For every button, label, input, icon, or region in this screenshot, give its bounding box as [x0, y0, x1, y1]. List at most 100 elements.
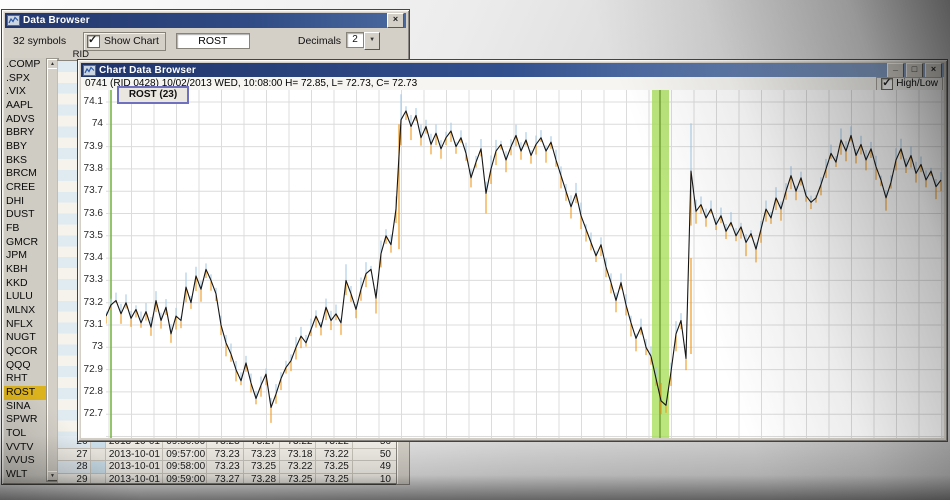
- table-cell: 73.28: [244, 474, 280, 484]
- table-cell: [91, 461, 106, 473]
- y-axis-tick-label: 72.9: [81, 364, 103, 375]
- table-cell: 09:58:00: [163, 461, 207, 473]
- symbol-list-item[interactable]: QQQ: [4, 359, 46, 373]
- symbol-list-item[interactable]: BBY: [4, 140, 46, 154]
- table-cell: 73.18: [280, 449, 316, 461]
- series-label-badge[interactable]: ROST (23): [117, 86, 189, 104]
- decimals-dropdown[interactable]: 2 ▼: [346, 32, 380, 50]
- price-plot[interactable]: [106, 90, 944, 438]
- highlow-checkbox[interactable]: ✓: [881, 78, 893, 90]
- table-cell: 73.27: [207, 474, 243, 484]
- show-chart-label: Show Chart: [104, 35, 159, 47]
- price-chart-svg[interactable]: [106, 90, 944, 438]
- table-cell: 09:57:00: [163, 449, 207, 461]
- symbol-list-item[interactable]: .COMP: [4, 58, 46, 72]
- close-icon[interactable]: ×: [387, 13, 404, 28]
- symbol-list-item[interactable]: NUGT: [4, 331, 46, 345]
- symbol-input[interactable]: ROST: [176, 33, 250, 49]
- symbol-list-item[interactable]: SINA: [4, 400, 46, 414]
- table-row[interactable]: 272013-10-0109:57:0073.2373.2373.1873.22…: [58, 449, 396, 462]
- table-cell: 73.25: [244, 461, 280, 473]
- symbol-list-item[interactable]: GMCR: [4, 236, 46, 250]
- symbol-list-item[interactable]: FB: [4, 222, 46, 236]
- table-cell: 73.22: [316, 449, 352, 461]
- symbol-list-item[interactable]: DUST: [4, 208, 46, 222]
- table-cell: 29: [58, 474, 91, 484]
- table-cell: 73.23: [207, 449, 243, 461]
- symbol-list-item[interactable]: NFLX: [4, 318, 46, 332]
- chart-window-title: Chart Data Browser: [99, 65, 885, 76]
- table-cell: 73.25: [280, 474, 316, 484]
- y-axis-tick-label: 74: [81, 118, 103, 129]
- highlow-label: High/Low: [896, 78, 938, 89]
- chart-window-titlebar[interactable]: Chart Data Browser _ □ ×: [81, 63, 944, 77]
- symbol-list-item[interactable]: QCOR: [4, 345, 46, 359]
- symbol-list-item[interactable]: KKD: [4, 277, 46, 291]
- table-scrollbar[interactable]: [396, 436, 410, 485]
- y-axis-tick-label: 73.6: [81, 208, 103, 219]
- table-cell: 50: [353, 449, 396, 461]
- symbol-list-item[interactable]: SPWR: [4, 413, 46, 427]
- quote-info-bar: 0741 (RID 0428) 10/02/2013 WED, 10:08:00…: [81, 77, 944, 91]
- table-row[interactable]: 292013-10-0109:59:0073.2773.2873.2573.25…: [58, 474, 396, 484]
- y-axis-tick-label: 73.8: [81, 163, 103, 174]
- app-chart-icon: [83, 65, 96, 76]
- table-cell: 73.23: [244, 449, 280, 461]
- table-cell: 28: [58, 461, 91, 473]
- symbol-list-item[interactable]: MLNX: [4, 304, 46, 318]
- symbol-list-item[interactable]: KBH: [4, 263, 46, 277]
- symbol-list-item[interactable]: DHI: [4, 195, 46, 209]
- data-browser-titlebar[interactable]: Data Browser ×: [5, 13, 406, 28]
- decimals-value[interactable]: 2: [346, 32, 364, 48]
- close-icon[interactable]: ×: [925, 63, 942, 78]
- table-cell: 49: [353, 461, 396, 473]
- symbol-list-item[interactable]: CREE: [4, 181, 46, 195]
- table-cell: 10: [353, 474, 396, 484]
- decimals-label: Decimals: [298, 35, 341, 47]
- symbol-list-item[interactable]: ADVS: [4, 113, 46, 127]
- symbol-list-item[interactable]: RHT: [4, 372, 46, 386]
- highlow-toggle[interactable]: ✓ High/Low: [876, 77, 943, 91]
- app-chart-icon: [7, 15, 20, 26]
- table-cell: 73.25: [316, 461, 352, 473]
- symbol-list-item[interactable]: VVTV: [4, 441, 46, 455]
- chart-window: Chart Data Browser _ □ × 0741 (RID 0428)…: [77, 59, 948, 442]
- symbol-list-item[interactable]: VVUS: [4, 454, 46, 468]
- y-axis-tick-label: 73.9: [81, 141, 103, 152]
- symbol-list-item[interactable]: BRCM: [4, 167, 46, 181]
- table-cell: 73.25: [316, 474, 352, 484]
- symbol-list-item[interactable]: .SPX: [4, 72, 46, 86]
- y-axis-tick-label: 73.1: [81, 319, 103, 330]
- y-axis-tick-label: 72.7: [81, 408, 103, 419]
- table-cell: 73.22: [280, 461, 316, 473]
- symbol-list-item[interactable]: WLT: [4, 468, 46, 482]
- show-chart-checkbox[interactable]: ✓: [87, 35, 100, 48]
- symbols-count-label: 32 symbols: [13, 35, 83, 47]
- table-cell: [91, 474, 106, 484]
- chart-region: 74.17473.973.873.773.673.573.473.373.273…: [81, 90, 944, 438]
- symbol-list-item[interactable]: TOL: [4, 427, 46, 441]
- y-axis-tick-label: 73.4: [81, 252, 103, 263]
- symbol-list-item[interactable]: .VIX: [4, 85, 46, 99]
- table-row[interactable]: 282013-10-0109:58:0073.2373.2573.2273.25…: [58, 461, 396, 474]
- y-axis-tick-label: 73.5: [81, 230, 103, 241]
- symbol-list-item[interactable]: AAPL: [4, 99, 46, 113]
- symbol-list: .COMP.SPX.VIXAAPLADVSBBRYBBYBKSBRCMCREED…: [4, 58, 46, 482]
- symbol-list-item[interactable]: BBRY: [4, 126, 46, 140]
- chevron-down-icon[interactable]: ▼: [364, 32, 380, 50]
- y-axis-tick-label: 73.7: [81, 185, 103, 196]
- symbol-list-item[interactable]: BKS: [4, 154, 46, 168]
- symbol-list-item[interactable]: JPM: [4, 249, 46, 263]
- y-axis-tick-label: 73.2: [81, 297, 103, 308]
- show-chart-toggle[interactable]: ✓ Show Chart: [83, 32, 166, 51]
- table-cell: 2013-10-01: [106, 449, 163, 461]
- symbol-list-item[interactable]: ROST: [4, 386, 46, 400]
- y-axis-tick-label: 73: [81, 341, 103, 352]
- y-axis-tick-label: 74.1: [81, 96, 103, 107]
- symbol-list-item[interactable]: LULU: [4, 290, 46, 304]
- y-axis-tick-label: 72.8: [81, 386, 103, 397]
- data-table: 262013-10-0109:56:0073.2373.2773.2273.22…: [57, 436, 396, 483]
- table-cell: 2013-10-01: [106, 474, 163, 484]
- maximize-icon[interactable]: □: [906, 63, 923, 78]
- table-cell: 2013-10-01: [106, 461, 163, 473]
